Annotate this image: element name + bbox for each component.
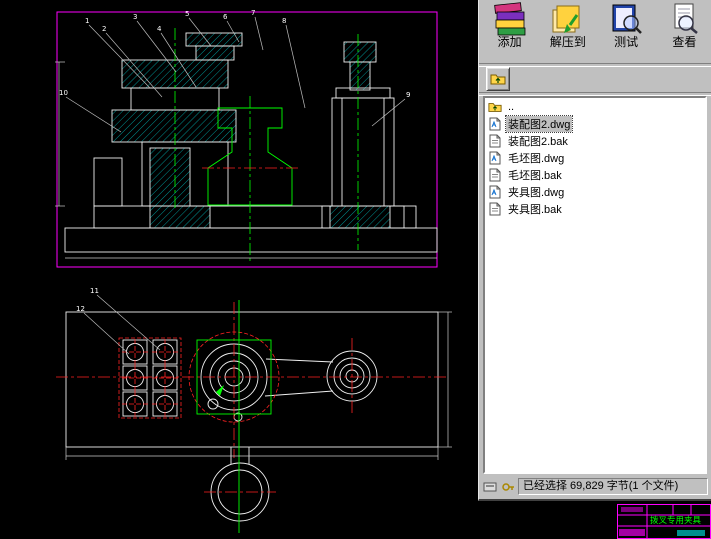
file-row[interactable]: 夹具图.bak	[485, 200, 705, 217]
file-name: ..	[508, 100, 515, 113]
folder-up-icon	[490, 74, 506, 85]
dwg-file-icon	[489, 117, 501, 130]
file-name: 毛坯图.dwg	[508, 152, 565, 165]
file-row[interactable]: 夹具图.dwg	[485, 183, 705, 200]
bak-file-icon	[489, 202, 501, 215]
drive-icon	[482, 479, 497, 494]
svg-text:7: 7	[251, 9, 255, 17]
up-directory-button[interactable]	[486, 67, 510, 91]
archiver-panel: 添加 解压到 测试 查看 .. 装配图2.dwg 装配图2.bak 毛坯图.dw…	[478, 0, 711, 501]
titleblock-text-smudge	[619, 529, 645, 536]
view-icon	[674, 3, 699, 34]
extract-icon	[552, 5, 580, 33]
svg-text:4: 4	[157, 25, 162, 33]
file-name: 毛坯图.bak	[508, 169, 562, 182]
bak-file-icon	[489, 168, 501, 181]
add-label: 添加	[497, 35, 522, 49]
plan-dimensions	[65, 311, 452, 460]
front-section-view	[64, 32, 438, 253]
svg-text:10: 10	[59, 89, 68, 97]
test-button[interactable]: 测试	[602, 2, 651, 62]
test-icon	[612, 4, 643, 34]
cad-title-block: 拨叉专用夹具	[617, 504, 711, 539]
file-row[interactable]: 毛坯图.dwg	[485, 149, 705, 166]
view-label: 查看	[672, 35, 697, 49]
file-row-parent[interactable]: ..	[485, 98, 705, 115]
status-bar: 已经选择 69,829 字节(1 个文件)	[482, 477, 708, 496]
file-name: 夹具图.bak	[508, 203, 562, 216]
titleblock-text-smudge	[621, 507, 643, 512]
navigation-row	[486, 67, 510, 91]
svg-text:5: 5	[185, 10, 189, 18]
titleblock-title: 拨叉专用夹具	[650, 515, 702, 526]
svg-text:8: 8	[282, 17, 286, 25]
extract-label: 解压到	[549, 35, 586, 49]
extract-button[interactable]: 解压到	[543, 2, 592, 62]
add-button[interactable]: 添加	[485, 2, 534, 62]
dwg-file-icon	[489, 151, 501, 164]
file-row[interactable]: 装配图2.dwg	[485, 114, 705, 133]
view-button[interactable]: 查看	[660, 2, 709, 62]
file-list: .. 装配图2.dwg 装配图2.bak 毛坯图.dwg 毛坯图.bak 夹具图…	[483, 96, 707, 474]
titleblock-text-smudge	[677, 530, 705, 536]
key-icon	[500, 479, 515, 494]
bak-file-icon	[489, 134, 501, 147]
svg-text:1: 1	[85, 17, 89, 25]
folder-up-icon	[488, 102, 502, 112]
cad-drawing: 1 2 3 4 5 6 7 8 9 10 11 12	[55, 9, 452, 533]
file-name-selected: 装配图2.dwg	[504, 114, 574, 133]
svg-text:12: 12	[76, 305, 85, 313]
svg-text:11: 11	[90, 287, 99, 295]
cad-viewport[interactable]: 1 2 3 4 5 6 7 8 9 10 11 12	[0, 0, 478, 539]
svg-text:6: 6	[223, 13, 228, 21]
archiver-toolbar: 添加 解压到 测试 查看	[485, 2, 709, 62]
plan-view	[65, 311, 439, 522]
file-name: 夹具图.dwg	[508, 186, 565, 199]
svg-text:3: 3	[133, 13, 137, 21]
add-archive-icon	[493, 2, 526, 36]
desktop: 1 2 3 4 5 6 7 8 9 10 11 12 拨叉专用夹具 添加 解压到…	[0, 0, 711, 539]
svg-text:2: 2	[102, 25, 106, 33]
toolbar-divider	[479, 63, 711, 67]
file-row[interactable]: 装配图2.bak	[485, 132, 705, 149]
front-dimensions	[55, 61, 437, 259]
status-text: 已经选择 69,829 字节(1 个文件)	[518, 478, 708, 495]
file-name: 装配图2.bak	[508, 135, 568, 148]
test-label: 测试	[614, 35, 639, 49]
plan-red-lines	[56, 302, 448, 493]
svg-text:9: 9	[406, 91, 410, 99]
file-row[interactable]: 毛坯图.bak	[485, 166, 705, 183]
dwg-file-icon	[489, 185, 501, 198]
